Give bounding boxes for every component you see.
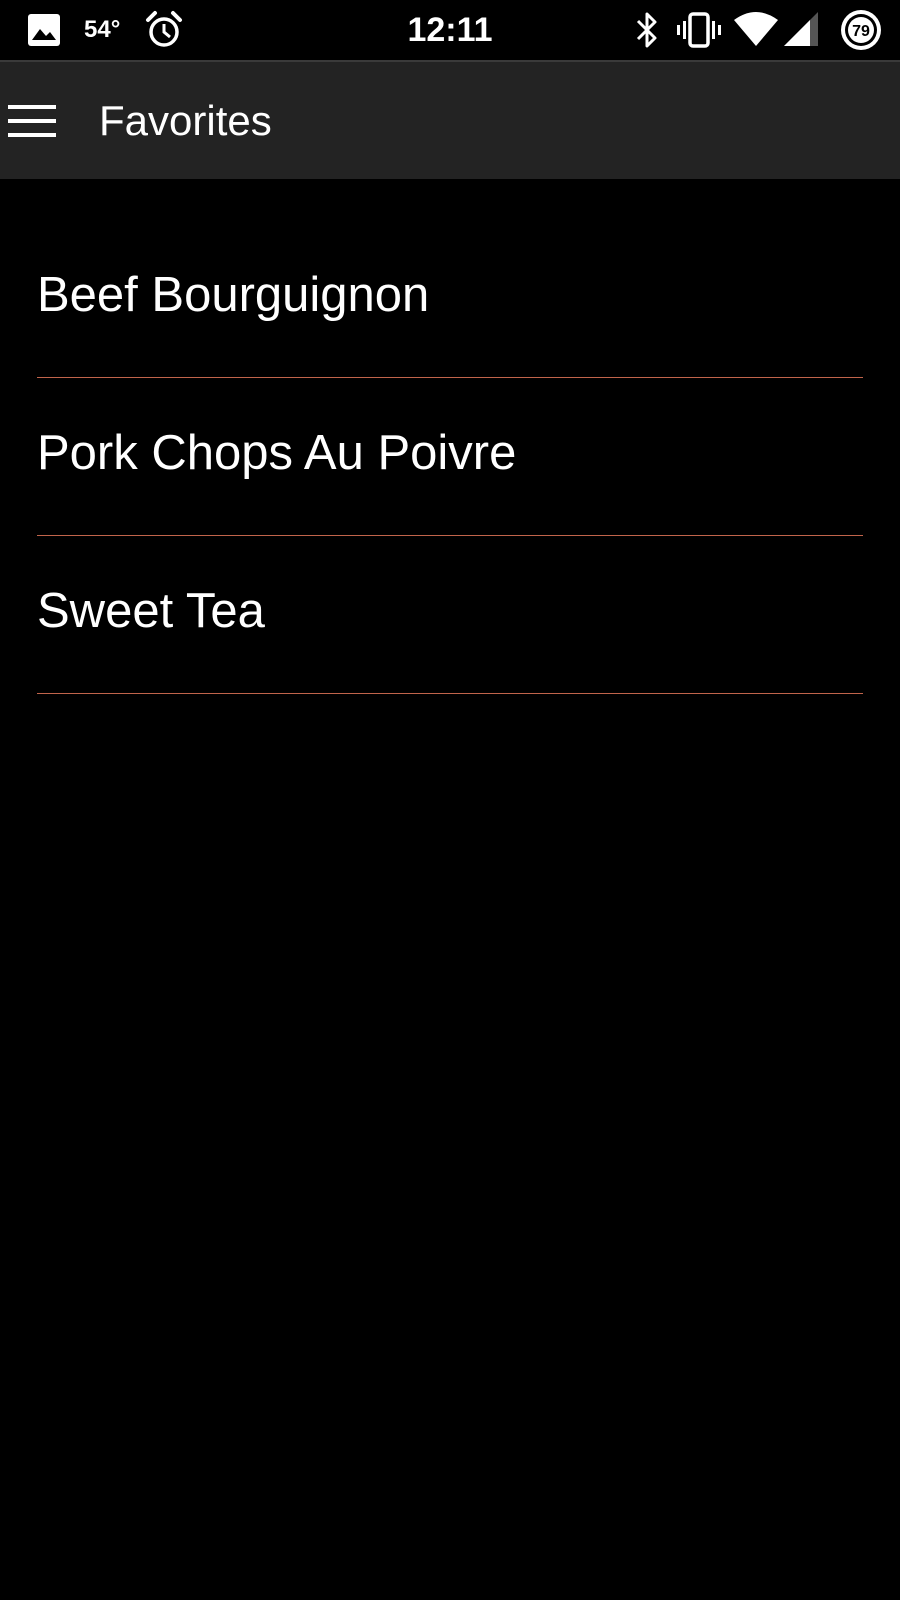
battery-level-text: 79 — [852, 23, 870, 40]
wifi-icon — [734, 0, 778, 60]
vibrate-icon — [674, 0, 724, 60]
cell-signal-icon — [784, 0, 820, 60]
hamburger-menu-icon — [8, 104, 56, 137]
status-bar: 54° 12:11 79 — [0, 0, 900, 60]
menu-button[interactable] — [0, 62, 64, 179]
list-item[interactable]: Beef Bourguignon — [37, 220, 863, 378]
favorites-list: Beef Bourguignon Pork Chops Au Poivre Sw… — [37, 220, 863, 694]
app-toolbar: Favorites — [0, 60, 900, 179]
list-item-label: Pork Chops Au Poivre — [37, 425, 517, 480]
list-item[interactable]: Sweet Tea — [37, 536, 863, 694]
list-item-label: Beef Bourguignon — [37, 267, 430, 322]
list-item[interactable]: Pork Chops Au Poivre — [37, 378, 863, 536]
list-item-label: Sweet Tea — [37, 583, 265, 638]
battery-icon: 79 — [838, 0, 884, 60]
bluetooth-icon — [632, 0, 662, 60]
page-title: Favorites — [99, 96, 272, 144]
